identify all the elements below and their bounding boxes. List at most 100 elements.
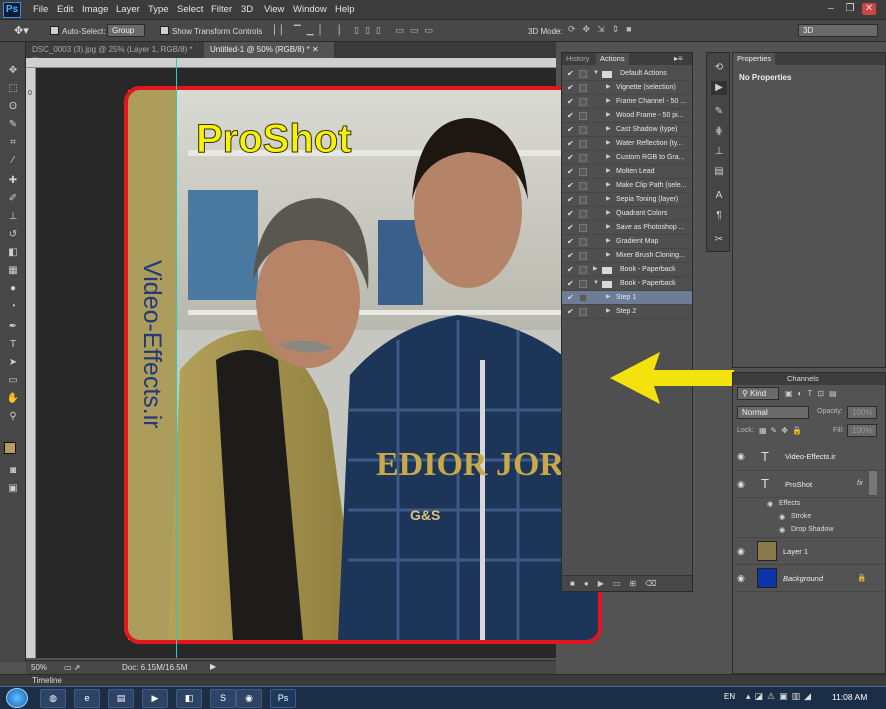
stroke-eye-icon[interactable]: ◉ — [779, 513, 785, 521]
check-icon[interactable]: ✔ — [567, 165, 574, 178]
tab-untitled-1[interactable]: Untitled-1 @ 50% (RGB/8) * ✕ — [204, 42, 334, 58]
action-row[interactable]: ✔ ▶ Vignette (selection) — [562, 81, 692, 95]
expand-triangle-icon[interactable]: ▶ — [606, 221, 611, 234]
expand-triangle-icon[interactable]: ▶ — [606, 193, 611, 206]
expand-triangle-icon[interactable]: ▶ — [606, 291, 611, 304]
blur-tool-icon[interactable]: ● — [5, 282, 21, 296]
layer-scroll-thumb[interactable] — [869, 471, 877, 495]
visibility-eye-icon[interactable]: ◉ — [737, 546, 745, 557]
photoshop-taskbar-icon[interactable]: Ps — [270, 689, 296, 708]
screen-mode-icon[interactable]: ▣ — [5, 482, 21, 496]
align-distribute-icons[interactable]: ▕▏▔▁▏▕ ▯▯▯ ▭▭▭ — [268, 25, 518, 37]
play-icon[interactable]: ▶ — [598, 579, 613, 588]
dialog-toggle[interactable] — [579, 224, 587, 232]
type-tool-icon[interactable]: T — [5, 338, 21, 352]
workspace-dropdown[interactable]: 3D — [798, 24, 878, 37]
move-tool-icon[interactable]: ✥ — [5, 64, 21, 78]
action-row[interactable]: ✔ ▼ Default Actions — [562, 67, 692, 81]
media-player-icon[interactable]: ▶ — [142, 689, 168, 708]
skype-icon[interactable]: S — [210, 689, 236, 708]
menu-image[interactable]: Image — [82, 4, 108, 15]
foreground-color-swatch[interactable] — [4, 442, 16, 454]
firefox-icon[interactable]: ◍ — [40, 689, 66, 708]
check-icon[interactable]: ✔ — [567, 305, 574, 318]
expand-triangle-icon[interactable]: ▶ — [593, 263, 598, 276]
new-set-icon[interactable]: ▭ — [613, 579, 630, 588]
move-tool-icon[interactable]: ✥▾ — [14, 24, 29, 37]
history-brush-tool-icon[interactable]: ↺ — [5, 228, 21, 242]
history-icon[interactable]: ⟲ — [711, 61, 727, 75]
character-icon[interactable]: A — [711, 189, 727, 203]
restore-icon[interactable]: ❐ — [843, 3, 857, 15]
eraser-tool-icon[interactable]: ◧ — [5, 246, 21, 260]
quick-select-tool-icon[interactable]: ✎ — [5, 118, 21, 132]
close-icon[interactable]: ✕ — [862, 3, 876, 15]
lock-icons[interactable]: ▦✎✥🔒 — [759, 426, 806, 435]
start-button[interactable] — [6, 688, 28, 708]
check-icon[interactable]: ✔ — [567, 151, 574, 164]
quick-mask-icon[interactable]: ◙ — [5, 464, 21, 478]
new-action-icon[interactable]: ⊞ — [629, 579, 645, 588]
action-row[interactable]: ✔ ▶ Frame Channel - 50 ... — [562, 95, 692, 109]
action-row[interactable]: ✔ ▶ Quadrant Colors — [562, 207, 692, 221]
path-select-tool-icon[interactable]: ➤ — [5, 356, 21, 370]
fill-input[interactable]: 100% — [847, 424, 877, 437]
hand-tool-icon[interactable]: ✋ — [5, 392, 21, 406]
action-row[interactable]: ✔ ▶ Sepia Toning (layer) — [562, 193, 692, 207]
filter-icons[interactable]: ▣◐T⊡▤ — [785, 389, 842, 398]
action-row[interactable]: ✔ ▶ Make Clip Path (sele... — [562, 179, 692, 193]
fx-icon[interactable]: fx — [857, 478, 863, 487]
pen-tool-icon[interactable]: ✒ — [5, 320, 21, 334]
menu-view[interactable]: View — [264, 4, 284, 15]
expand-triangle-icon[interactable]: ▶ — [606, 179, 611, 192]
language-indicator[interactable]: EN — [724, 692, 735, 701]
check-icon[interactable]: ✔ — [567, 235, 574, 248]
opacity-input[interactable]: 100% — [847, 406, 877, 419]
dodge-tool-icon[interactable]: ◔ — [5, 300, 21, 314]
dialog-toggle[interactable] — [579, 266, 587, 274]
tools-icon[interactable]: ✂ — [711, 233, 727, 247]
expand-triangle-icon[interactable]: ▶ — [606, 81, 611, 94]
timeline-tab[interactable]: Timeline — [32, 676, 62, 685]
check-icon[interactable]: ✔ — [567, 249, 574, 262]
tab-properties[interactable]: Properties — [733, 53, 776, 65]
dialog-toggle[interactable] — [579, 238, 587, 246]
dialog-toggle[interactable] — [579, 196, 587, 204]
drop-shadow-eye-icon[interactable]: ◉ — [779, 526, 785, 534]
clock[interactable]: 11:08 AM — [832, 692, 867, 702]
guide-line[interactable] — [176, 58, 177, 658]
brush-tool-icon[interactable]: ✐ — [5, 192, 21, 206]
3d-mode-icons[interactable]: ⟳✥⇲⇕■ — [568, 24, 738, 37]
expand-triangle-icon[interactable]: ▶ — [606, 305, 611, 318]
check-icon[interactable]: ✔ — [567, 221, 574, 234]
action-row[interactable]: ✔ ▶ Cast Shadow (type) — [562, 123, 692, 137]
tab-dsc-0003[interactable]: DSC_0003 (3).jpg @ 25% (Layer 1, RGB/8) … — [26, 42, 202, 64]
tab-history[interactable]: History — [562, 53, 593, 65]
show-transform-checkbox[interactable] — [160, 26, 169, 35]
effects-eye-icon[interactable]: ◉ — [767, 500, 773, 508]
layer-row[interactable]: ◉ Layer 1 — [733, 538, 885, 565]
crop-tool-icon[interactable]: ⌗ — [5, 136, 21, 150]
visibility-eye-icon[interactable]: ◉ — [737, 479, 745, 490]
action-row[interactable]: ✔ ▶ Book - Paperback — [562, 263, 692, 277]
check-icon[interactable]: ✔ — [567, 123, 574, 136]
dialog-toggle[interactable] — [579, 112, 587, 120]
clone-stamp-tool-icon[interactable]: ⊥ — [5, 210, 21, 224]
lasso-tool-icon[interactable]: ʘ — [5, 100, 21, 114]
dialog-toggle[interactable] — [579, 126, 587, 134]
action-row[interactable]: ✔ ▶ Gradient Map — [562, 235, 692, 249]
visibility-eye-icon[interactable]: ◉ — [737, 451, 745, 462]
internet-explorer-icon[interactable]: e — [74, 689, 100, 708]
layer-row[interactable]: ◉ T Video-Effects.ir — [733, 443, 885, 471]
dialog-toggle[interactable] — [579, 252, 587, 260]
marquee-tool-icon[interactable]: ⬚ — [5, 82, 21, 96]
tray-icons[interactable]: ▴◪⚠▣▥◢ — [746, 691, 815, 702]
action-row[interactable]: ✔ ▶ Wood Frame - 50 pi... — [562, 109, 692, 123]
layer-filter-dropdown[interactable]: ⚲ Kind — [737, 387, 779, 400]
action-row[interactable]: ✔ ▶ Water Reflection (ty... — [562, 137, 692, 151]
tab-actions[interactable]: Actions — [596, 53, 629, 65]
menu-type[interactable]: Type — [148, 4, 169, 15]
check-icon[interactable]: ✔ — [567, 109, 574, 122]
expand-triangle-icon[interactable]: ▶ — [606, 165, 611, 178]
auto-select-dropdown[interactable]: Group — [107, 24, 145, 37]
